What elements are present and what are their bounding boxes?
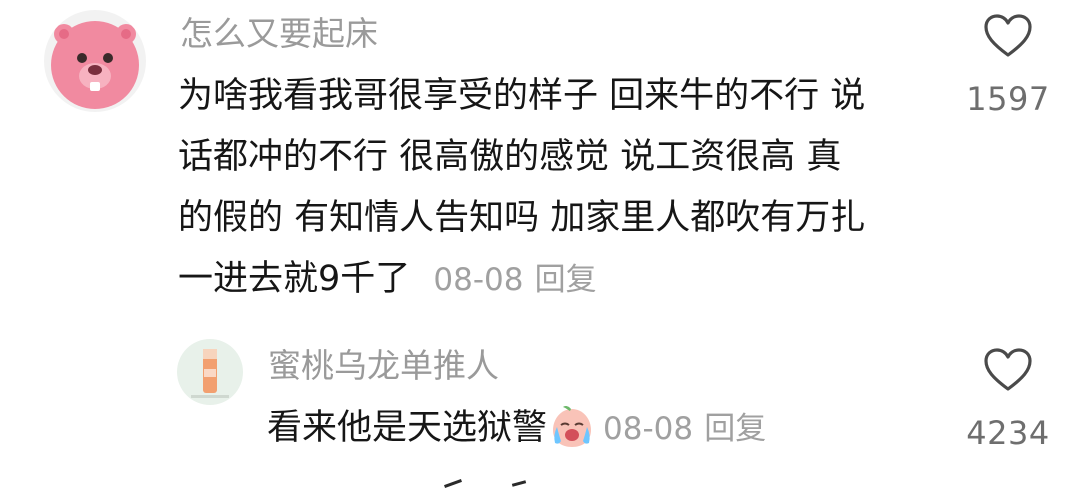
comment-text-line: 为啥我看我哥很享受的样子 回来牛的不行 说 xyxy=(178,76,866,116)
peach-oolong-drink-avatar-icon xyxy=(177,339,243,405)
like-group: 1597 xyxy=(966,14,1049,118)
like-button[interactable] xyxy=(983,348,1033,392)
like-group: 4234 xyxy=(966,348,1050,452)
next-item-partial xyxy=(430,478,550,488)
comment-text-line: 的假的 有知情人告知吗 加家里人都吹有万扎 xyxy=(178,198,866,238)
reply-button[interactable]: 回复 xyxy=(704,411,766,447)
like-button[interactable] xyxy=(983,14,1033,58)
pink-beaver-avatar-icon xyxy=(44,10,146,112)
comment-date: 08-08 xyxy=(603,411,694,447)
comment-text-line: 看来他是天选狱警 xyxy=(267,408,548,448)
text-fragment xyxy=(444,479,462,488)
comment-text-line: 话都冲的不行 很高傲的感觉 说工资很高 真 xyxy=(178,137,842,177)
like-count: 4234 xyxy=(966,414,1050,452)
comment-text: 看来他是天选狱警 08-08 回复 xyxy=(267,398,766,469)
comment-date: 08-08 xyxy=(433,262,524,298)
comment-text-line: 一进去就9千了 xyxy=(178,259,411,299)
comment-text-line-last: 一进去就9千了 08-08 回复 xyxy=(178,249,865,311)
comment-username[interactable]: 蜜桃乌龙单推人 xyxy=(268,346,499,386)
user-avatar[interactable] xyxy=(177,339,243,405)
crying-peach-emoji-icon xyxy=(549,405,595,469)
user-avatar[interactable] xyxy=(44,10,146,112)
comment-text: 为啥我看我哥很享受的样子 回来牛的不行 说 话都冲的不行 很高傲的感觉 说工资很… xyxy=(178,66,865,311)
comment-username[interactable]: 怎么又要起床 xyxy=(180,14,378,54)
reply-button[interactable]: 回复 xyxy=(535,262,597,298)
heart-outline-icon xyxy=(984,14,1032,57)
text-fragment xyxy=(511,480,527,487)
like-count: 1597 xyxy=(966,80,1050,118)
heart-outline-icon xyxy=(984,348,1032,391)
comment-text-line-last: 看来他是天选狱警 08-08 回复 xyxy=(267,398,766,469)
